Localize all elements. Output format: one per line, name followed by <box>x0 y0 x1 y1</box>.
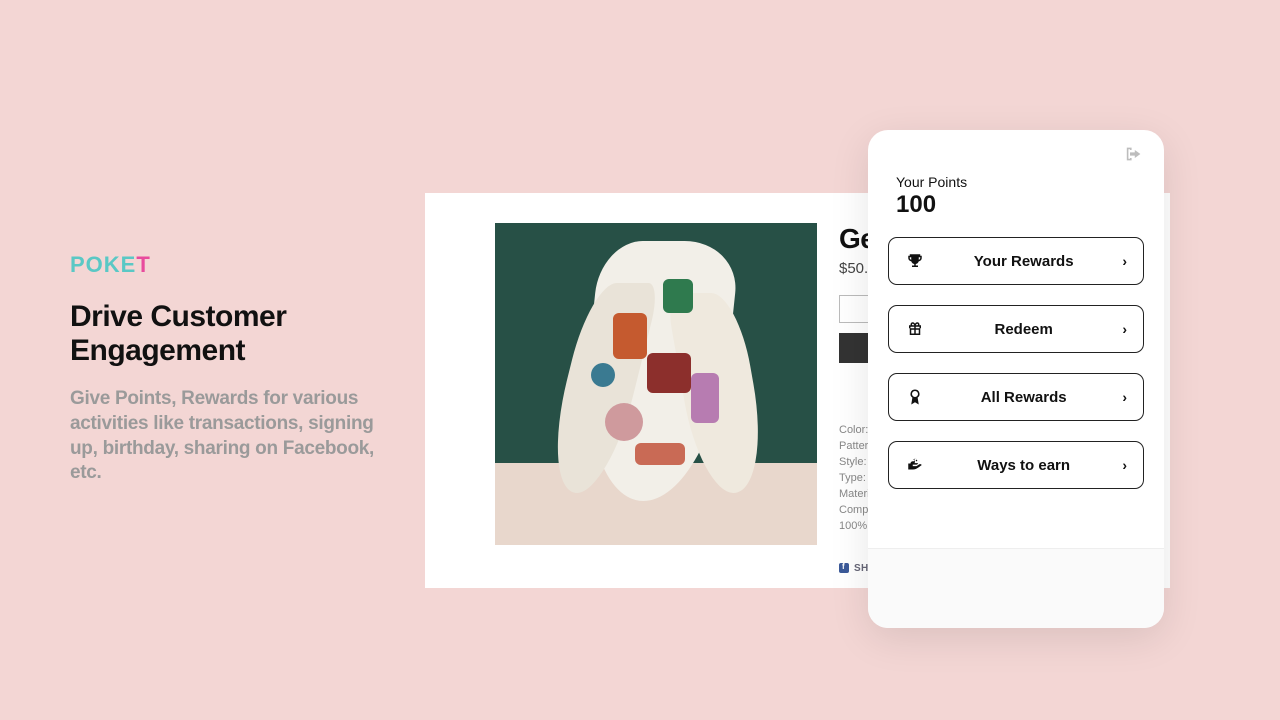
exit-icon[interactable] <box>1124 146 1144 162</box>
trophy-icon <box>905 251 925 271</box>
rewards-panel-footer <box>868 548 1164 628</box>
your-rewards-label: Your Rewards <box>925 253 1122 270</box>
product-image <box>495 223 817 545</box>
hero-text-block: POKET Drive Customer Engagement Give Poi… <box>70 252 380 486</box>
subtext: Give Points, Rewards for various activit… <box>70 387 380 486</box>
logo-text-a: POKE <box>70 252 136 277</box>
chevron-right-icon: › <box>1122 389 1127 405</box>
points-value: 100 <box>888 191 1144 219</box>
all-rewards-button[interactable]: All Rewards › <box>888 373 1144 421</box>
rewards-panel: Your Points 100 Your Rewards › Redeem › … <box>868 130 1164 628</box>
redeem-label: Redeem <box>925 321 1122 338</box>
ways-to-earn-label: Ways to earn <box>925 457 1122 474</box>
logo-text-b: T <box>136 252 150 277</box>
redeem-button[interactable]: Redeem › <box>888 305 1144 353</box>
ribbon-icon <box>905 387 925 407</box>
chevron-right-icon: › <box>1122 457 1127 473</box>
your-rewards-button[interactable]: Your Rewards › <box>888 237 1144 285</box>
chevron-right-icon: › <box>1122 321 1127 337</box>
hand-coin-icon <box>905 455 925 475</box>
all-rewards-label: All Rewards <box>925 389 1122 406</box>
chevron-right-icon: › <box>1122 253 1127 269</box>
facebook-icon <box>839 563 849 573</box>
gift-icon <box>905 319 925 339</box>
headline: Drive Customer Engagement <box>70 300 380 367</box>
ways-to-earn-button[interactable]: Ways to earn › <box>888 441 1144 489</box>
points-label: Your Points <box>888 174 1144 190</box>
logo: POKET <box>70 252 380 278</box>
